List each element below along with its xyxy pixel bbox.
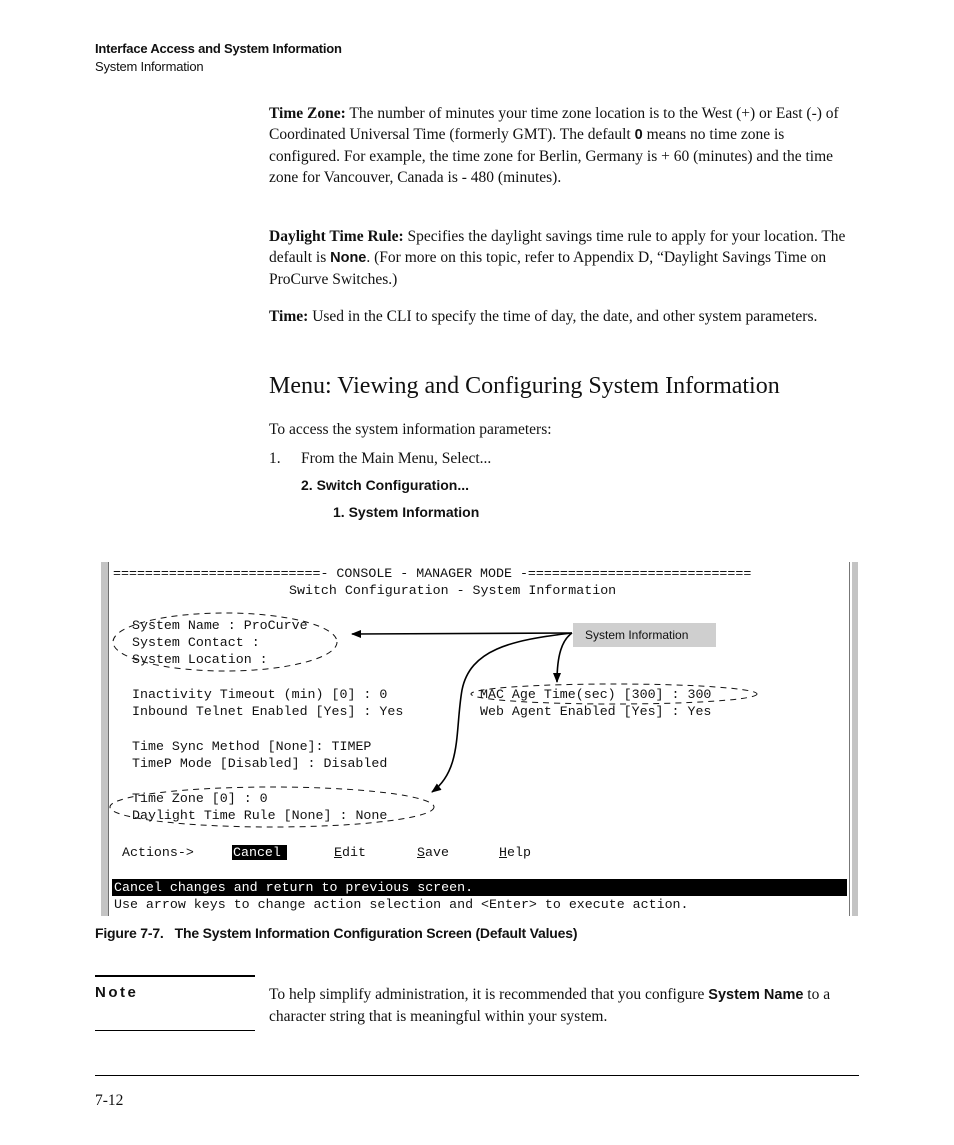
field-time-zone[interactable]: Time Zone [0] : 0: [132, 790, 268, 807]
actions-label: Actions->: [122, 845, 194, 860]
field-label: System Contact :: [132, 635, 268, 650]
default-value: None: [330, 250, 367, 266]
terminal-subtitle: Switch Configuration - System Informatio…: [289, 583, 617, 598]
field-web-agent[interactable]: Web Agent Enabled [Yes] : Yes: [480, 703, 711, 720]
field-value: TIMEP: [331, 739, 372, 754]
field-label: System Location :: [132, 652, 276, 667]
field-label: Time Sync Method [None]:: [132, 739, 332, 754]
field-value: 0: [259, 791, 268, 806]
terminal-scrollbar[interactable]: [852, 562, 858, 916]
field-value: Yes: [687, 704, 712, 719]
definition-time-zone: Time Zone: The number of minutes your ti…: [269, 103, 859, 188]
field-label: MAC Age Time(sec) [300] :: [480, 687, 688, 702]
action-save[interactable]: Save: [417, 844, 449, 861]
definition-text: Used in the CLI to specify the time of d…: [308, 308, 818, 325]
chapter-header: Interface Access and System Information: [95, 41, 342, 56]
field-time-sync-method[interactable]: Time Sync Method [None]: TIMEP: [132, 738, 371, 755]
note-text-part: To help simplify administration, it is r…: [269, 986, 709, 1003]
action-label-rest: dit: [341, 845, 366, 860]
step-number: 1.: [269, 450, 281, 467]
section-heading: Menu: Viewing and Configuring System Inf…: [269, 373, 780, 399]
note-bold-term: System Name: [708, 987, 804, 1003]
action-cancel[interactable]: Cancel: [232, 844, 287, 861]
menu-path-system-information: 1. System Information: [333, 504, 480, 520]
arrow-to-mac-age-time: [553, 632, 573, 683]
footer-rule: [95, 1075, 859, 1076]
field-system-contact[interactable]: System Contact :: [132, 634, 268, 651]
action-cancel-label: Cancel: [232, 845, 287, 860]
field-label: Time Zone [0] :: [132, 791, 260, 806]
field-label: TimeP Mode [Disabled] :: [132, 756, 324, 771]
status-message: Cancel changes and return to previous sc…: [112, 879, 847, 896]
hotkey: H: [499, 845, 507, 860]
definition-term: Time:: [269, 308, 309, 325]
field-label: Inactivity Timeout (min) [0] :: [132, 687, 380, 702]
field-inactivity-timeout[interactable]: Inactivity Timeout (min) [0] : 0: [132, 686, 387, 703]
note-label: Note: [95, 984, 139, 1001]
field-daylight-time-rule[interactable]: Daylight Time Rule [None] : None: [132, 807, 387, 824]
field-inbound-telnet[interactable]: Inbound Telnet Enabled [Yes] : Yes: [132, 703, 403, 720]
step-text: From the Main Menu, Select...: [301, 450, 492, 467]
field-mac-age-time[interactable]: MAC Age Time(sec) [300] : 300: [480, 686, 711, 703]
field-value: 0: [379, 687, 388, 702]
intro-text: To access the system information paramet…: [269, 421, 552, 438]
field-system-name[interactable]: System Name : ProCurve: [132, 617, 308, 634]
field-value: Yes: [379, 704, 404, 719]
field-value: 300: [687, 687, 712, 702]
figure-caption: Figure 7-7. The System Information Confi…: [95, 925, 578, 941]
hotkey: S: [417, 845, 425, 860]
help-message: Use arrow keys to change action selectio…: [114, 897, 689, 912]
field-system-location[interactable]: System Location :: [132, 651, 276, 668]
field-value: Disabled: [323, 756, 388, 771]
terminal-title: ==========================- CONSOLE - MA…: [113, 566, 752, 581]
definition-time: Time: Used in the CLI to specify the tim…: [269, 306, 859, 327]
note-text: To help simplify administration, it is r…: [269, 984, 859, 1027]
definition-term: Time Zone:: [269, 105, 346, 122]
note-rule-top: [95, 975, 255, 977]
definition-daylight-time-rule: Daylight Time Rule: Specifies the daylig…: [269, 226, 859, 290]
terminal-right-border-line: [849, 562, 850, 916]
action-edit[interactable]: Edit: [334, 844, 366, 861]
field-label: Inbound Telnet Enabled [Yes] :: [132, 704, 380, 719]
section-header: System Information: [95, 59, 204, 74]
default-value: 0: [634, 127, 643, 143]
definition-term: Daylight Time Rule:: [269, 228, 404, 245]
action-label-rest: elp: [506, 845, 531, 860]
action-help[interactable]: Help: [499, 844, 531, 861]
field-value: None: [355, 808, 388, 823]
field-label: Daylight Time Rule [None] :: [132, 808, 356, 823]
terminal-left-border: [101, 562, 109, 916]
status-message-text: Cancel changes and return to previous sc…: [114, 880, 474, 895]
arrow-to-system-identity: [351, 629, 573, 638]
field-timep-mode[interactable]: TimeP Mode [Disabled] : Disabled: [132, 755, 387, 772]
action-label-rest: ave: [424, 845, 449, 860]
note-rule-bottom: [95, 1030, 255, 1031]
callout-system-information: System Information: [573, 623, 716, 647]
field-label: System Name :: [132, 618, 244, 633]
menu-path-switch-configuration: 2. Switch Configuration...: [301, 477, 469, 493]
field-value: ProCurve: [243, 618, 308, 633]
page-number: 7-12: [95, 1092, 124, 1109]
hotkey: E: [334, 845, 342, 860]
field-label: Web Agent Enabled [Yes] :: [480, 704, 688, 719]
